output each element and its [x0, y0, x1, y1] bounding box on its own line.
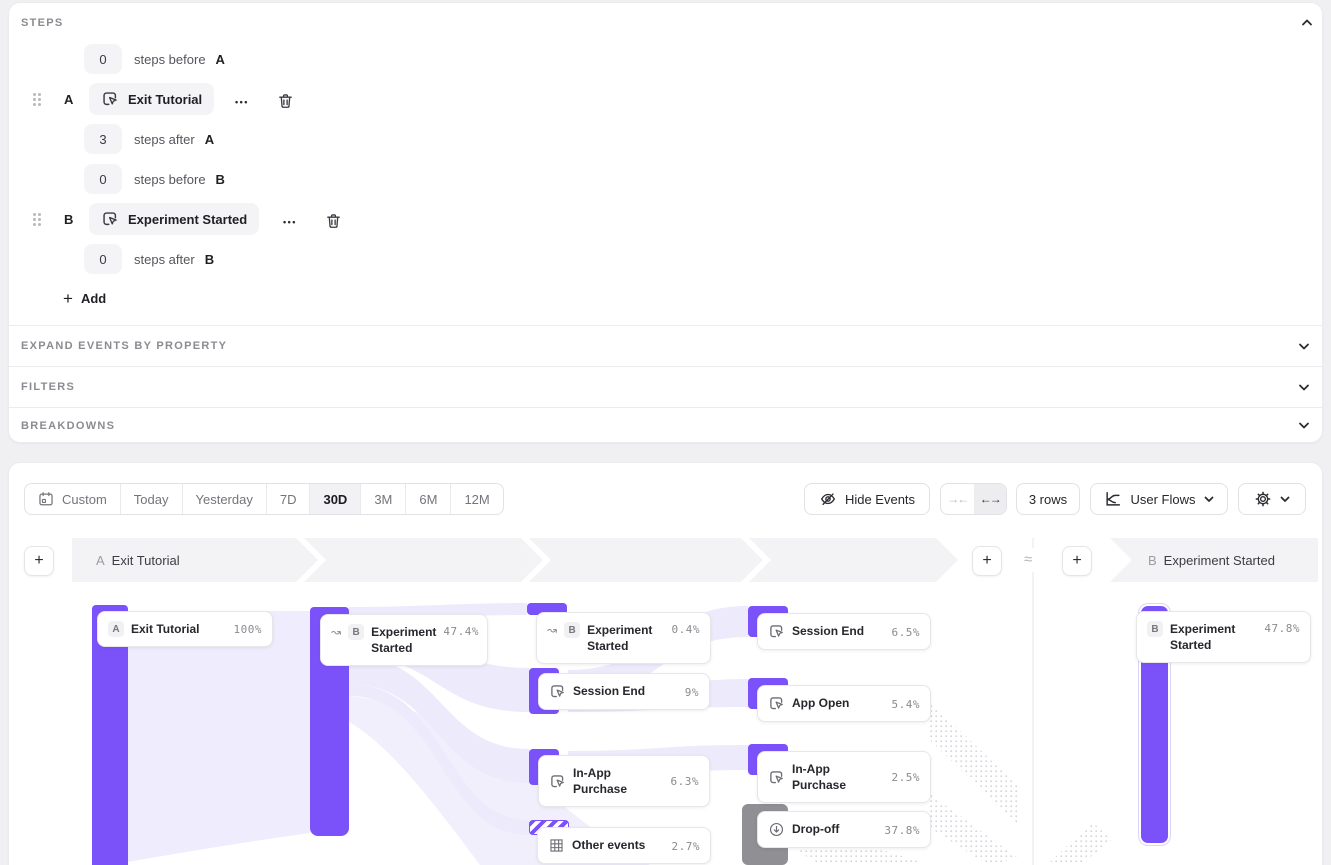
step-b-event-button[interactable]: Experiment Started: [89, 203, 259, 235]
steps-before-b-label: steps before B: [134, 172, 225, 187]
event-icon: [768, 623, 785, 640]
drag-handle-icon[interactable]: [33, 213, 36, 216]
more-options-icon[interactable]: •••: [235, 97, 249, 107]
add-step-before-b-button[interactable]: +: [1062, 546, 1092, 576]
steps-after-a-input[interactable]: 3: [84, 124, 122, 154]
date-range-6m[interactable]: 6M: [405, 484, 450, 514]
flow-node-drop-off[interactable]: Drop-off 37.8%: [757, 811, 931, 848]
step-b-letter: B: [64, 212, 73, 227]
steps-before-a-label: steps before A: [134, 52, 225, 67]
step-badge: B: [564, 622, 580, 638]
approx-gap-icon: ≈: [1024, 551, 1032, 568]
view-type-dropdown[interactable]: User Flows: [1090, 483, 1228, 515]
flow-node-experiment-started-2[interactable]: ↝ B Experiment Started 0.4%: [536, 612, 711, 664]
collapse-columns-icon[interactable]: →←: [941, 484, 974, 514]
section-breakdowns[interactable]: BREAKDOWNS: [9, 407, 1322, 443]
section-filters[interactable]: FILTERS: [9, 366, 1322, 407]
eye-off-icon: [819, 490, 837, 508]
indirect-arrow-icon: ↝: [331, 626, 341, 638]
rows-count-button[interactable]: 3 rows: [1016, 483, 1080, 515]
flow-node-experiment-started[interactable]: ↝ B Experiment Started 47.4%: [320, 614, 488, 666]
step-badge: A: [108, 621, 124, 637]
section-expand-events[interactable]: EXPAND EVENTS BY PROPERTY: [9, 325, 1322, 366]
delete-step-a-icon[interactable]: [276, 91, 295, 111]
steps-after-b-input[interactable]: 0: [84, 244, 122, 274]
indirect-arrow-icon: ↝: [547, 624, 557, 636]
event-icon: [101, 210, 119, 228]
grid-icon: [548, 837, 565, 854]
date-range-12m[interactable]: 12M: [450, 484, 502, 514]
date-range-picker: Custom Today Yesterday 7D 30D 3M 6M 12M: [24, 483, 504, 515]
flow-node-exit-tutorial[interactable]: A Exit Tutorial 100%: [97, 611, 273, 647]
steps-section-title: STEPS: [21, 17, 64, 29]
flow-node-other-events[interactable]: Other events 2.7%: [537, 827, 711, 864]
step-badge: B: [1147, 621, 1163, 637]
steps-before-b-input[interactable]: 0: [84, 164, 122, 194]
steps-panel: STEPS 0 steps before A A Exit Tutorial •…: [8, 2, 1323, 443]
add-step-before-button[interactable]: +: [24, 546, 54, 576]
steps-after-b-label: steps after B: [134, 252, 214, 267]
column-width-toggle: →← ←→: [940, 483, 1007, 515]
date-range-yesterday[interactable]: Yesterday: [182, 484, 266, 514]
event-icon: [768, 769, 785, 786]
calendar-icon: [38, 491, 54, 507]
user-flows-report: STEPS 0 steps before A A Exit Tutorial •…: [0, 0, 1331, 865]
flow-header-a[interactable]: A Exit Tutorial: [96, 549, 180, 571]
chevron-down-icon: [1204, 496, 1214, 503]
date-range-today[interactable]: Today: [120, 484, 182, 514]
collapse-steps-icon[interactable]: [1301, 18, 1313, 27]
flow-node-session-end[interactable]: Session End 9%: [538, 673, 710, 710]
chevron-down-icon: [1280, 496, 1290, 503]
step-badge: B: [348, 624, 364, 640]
delete-step-b-icon[interactable]: [324, 211, 343, 231]
more-options-icon[interactable]: •••: [283, 217, 297, 227]
flow-node-in-app-purchase[interactable]: In-App Purchase 6.3%: [538, 755, 710, 807]
drop-off-icon: [768, 821, 785, 838]
step-a-event-button[interactable]: Exit Tutorial: [89, 83, 214, 115]
settings-dropdown[interactable]: [1238, 483, 1306, 515]
hide-events-button[interactable]: Hide Events: [804, 483, 930, 515]
date-range-30d[interactable]: 30D: [309, 484, 360, 514]
date-range-custom[interactable]: Custom: [25, 484, 120, 514]
step-a-letter: A: [64, 92, 73, 107]
flow-header-b[interactable]: B Experiment Started: [1148, 549, 1275, 571]
event-icon: [549, 773, 566, 790]
chevron-down-icon: [1298, 383, 1310, 392]
gear-icon: [1254, 490, 1272, 508]
flow-node-app-open[interactable]: App Open 5.4%: [757, 685, 931, 722]
flow-node-session-end-2[interactable]: Session End 6.5%: [757, 613, 931, 650]
steps-after-a-label: steps after A: [134, 132, 214, 147]
date-range-3m[interactable]: 3M: [360, 484, 405, 514]
add-step-after-button[interactable]: +: [972, 546, 1002, 576]
flow-node-in-app-purchase-2[interactable]: In-App Purchase 2.5%: [757, 751, 931, 803]
chevron-down-icon: [1298, 342, 1310, 351]
event-icon: [768, 695, 785, 712]
event-icon: [101, 90, 119, 108]
event-icon: [549, 683, 566, 700]
date-range-7d[interactable]: 7D: [266, 484, 310, 514]
expand-columns-icon[interactable]: ←→: [974, 484, 1007, 514]
plus-icon: +: [63, 290, 73, 307]
chevron-down-icon: [1298, 421, 1310, 430]
add-step-button[interactable]: + Add: [63, 290, 106, 307]
steps-before-a-input[interactable]: 0: [84, 44, 122, 74]
flow-node-experiment-started-b[interactable]: B Experiment Started 47.8%: [1136, 611, 1311, 663]
drag-handle-icon[interactable]: [33, 93, 36, 96]
user-flows-icon: [1104, 490, 1122, 508]
